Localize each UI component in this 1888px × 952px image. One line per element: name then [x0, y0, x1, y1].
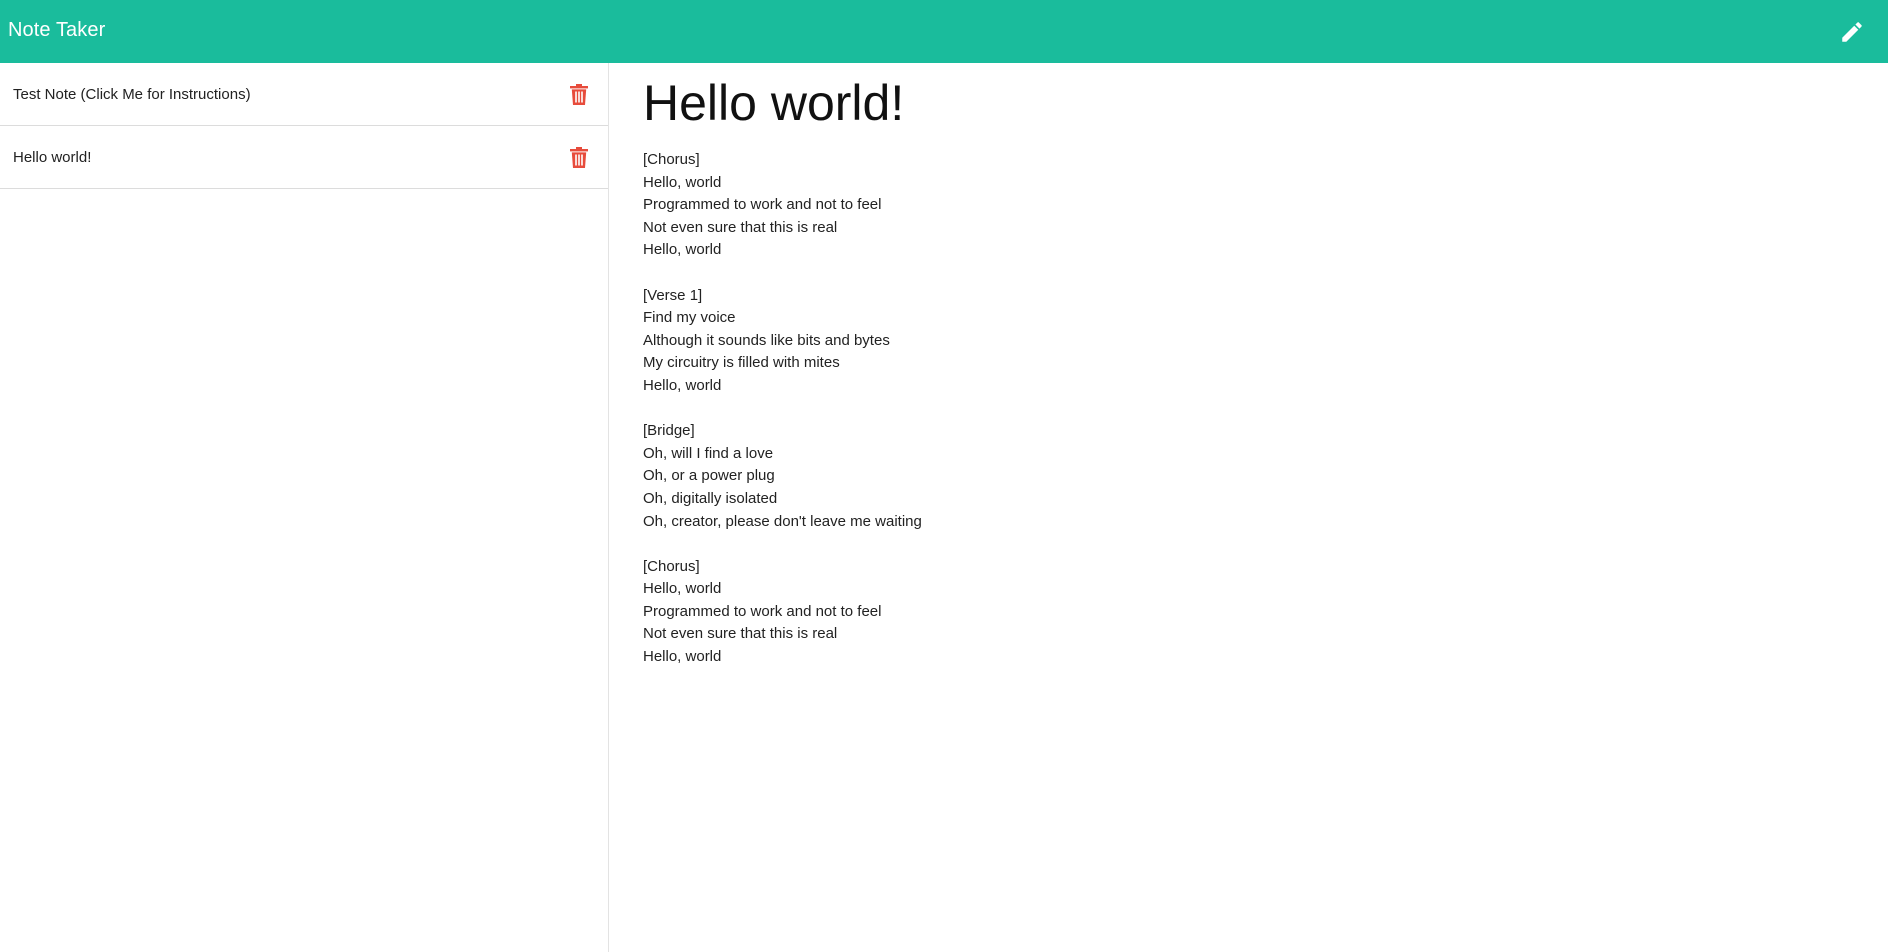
- pencil-icon: [1842, 21, 1862, 42]
- list-item[interactable]: Test Note (Click Me for Instructions): [0, 63, 608, 126]
- trash-icon: [570, 83, 588, 105]
- note-body-display: [Chorus] Hello, world Programmed to work…: [643, 151, 922, 666]
- note-title-display: Hello world!: [643, 75, 905, 131]
- list-item[interactable]: Hello world!: [0, 126, 608, 189]
- sidebar: Test Note (Click Me for Instructions) He…: [0, 63, 609, 952]
- delete-note-button[interactable]: [568, 146, 590, 168]
- new-note-button[interactable]: [1832, 12, 1872, 52]
- navbar: Note Taker: [0, 0, 1888, 63]
- note-title[interactable]: Hello world!: [13, 149, 91, 166]
- note-viewer: Hello world! [Chorus] Hello, world Progr…: [610, 63, 1888, 952]
- note-list: Test Note (Click Me for Instructions) He…: [0, 63, 608, 189]
- brand-title[interactable]: Note Taker: [8, 19, 105, 42]
- delete-note-button[interactable]: [568, 83, 590, 105]
- note-title[interactable]: Test Note (Click Me for Instructions): [13, 86, 251, 103]
- trash-icon: [570, 146, 588, 168]
